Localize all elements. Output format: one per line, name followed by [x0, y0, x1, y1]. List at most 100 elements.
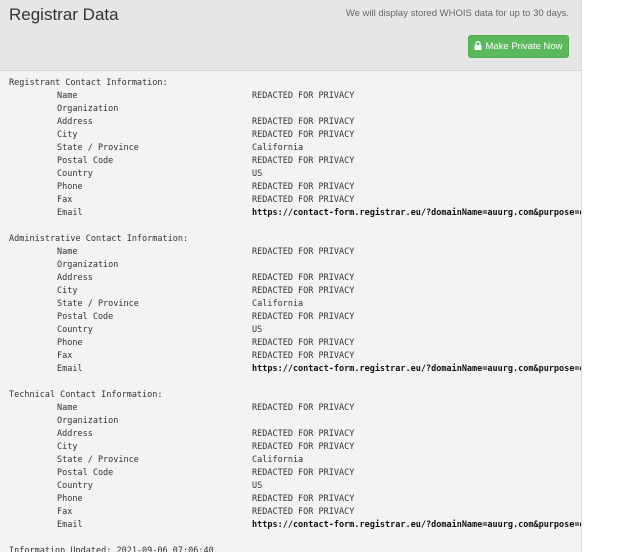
- whois-field-row: Address REDACTED FOR PRIVACY: [9, 116, 581, 129]
- whois-field-row: City REDACTED FOR PRIVACY: [9, 441, 581, 454]
- whois-field-row: Phone REDACTED FOR PRIVACY: [9, 181, 581, 194]
- whois-field-row: Country US: [9, 480, 581, 493]
- contact-form-link[interactable]: https://contact-form.registrar.eu/?domai…: [252, 207, 581, 220]
- whois-field-row: Fax REDACTED FOR PRIVACY: [9, 506, 581, 519]
- field-value: REDACTED FOR PRIVACY: [252, 117, 355, 127]
- field-value: REDACTED FOR PRIVACY: [252, 442, 355, 452]
- section-heading: Administrative Contact Information:: [9, 234, 189, 244]
- whois-field-row: Email https://contact-form.registrar.eu/?…: [9, 207, 581, 220]
- page-title: Registrar Data: [9, 5, 119, 24]
- field-value: REDACTED FOR PRIVACY: [252, 403, 355, 413]
- contact-form-link[interactable]: https://contact-form.registrar.eu/?domai…: [252, 519, 581, 532]
- field-name: City: [57, 286, 78, 296]
- section-heading: Technical Contact Information:: [9, 390, 163, 400]
- contact-form-link[interactable]: https://contact-form.registrar.eu/?domai…: [252, 363, 581, 376]
- section-heading: Registrant Contact Information:: [9, 78, 168, 88]
- field-name: Name: [57, 403, 78, 413]
- field-name: State / Province: [57, 143, 139, 153]
- whois-field-row: Country US: [9, 324, 581, 337]
- field-name: Email: [57, 364, 83, 374]
- field-name: Country: [57, 481, 93, 491]
- whois-field-row: Name REDACTED FOR PRIVACY: [9, 90, 581, 103]
- field-name: Phone: [57, 494, 83, 504]
- field-value: REDACTED FOR PRIVACY: [252, 91, 355, 101]
- field-name: City: [57, 442, 78, 452]
- whois-field-row: Email https://contact-form.registrar.eu/?…: [9, 363, 581, 376]
- field-value: REDACTED FOR PRIVACY: [252, 507, 355, 517]
- whois-field-row: Name REDACTED FOR PRIVACY: [9, 402, 581, 415]
- field-name: Fax: [57, 195, 73, 205]
- field-name: Phone: [57, 338, 83, 348]
- field-name: Postal Code: [57, 156, 114, 166]
- information-updated: Information Updated: 2021-09-06 07:06:40: [9, 546, 214, 552]
- whois-field-row: Phone REDACTED FOR PRIVACY: [9, 493, 581, 506]
- registrar-data-panel: Registrar Data We will display stored WH…: [0, 0, 582, 552]
- field-name: Organization: [57, 416, 119, 426]
- field-name: Organization: [57, 260, 119, 270]
- field-value: US: [252, 325, 263, 335]
- field-value: REDACTED FOR PRIVACY: [252, 130, 355, 140]
- field-value: REDACTED FOR PRIVACY: [252, 468, 355, 478]
- field-value: REDACTED FOR PRIVACY: [252, 351, 355, 361]
- field-value: REDACTED FOR PRIVACY: [252, 494, 355, 504]
- field-value: California: [252, 299, 304, 309]
- whois-field-row: State / Province California: [9, 142, 581, 155]
- whois-field-row: Fax REDACTED FOR PRIVACY: [9, 350, 581, 363]
- field-name: Postal Code: [57, 468, 114, 478]
- field-value: US: [252, 481, 263, 491]
- lock-icon: [474, 41, 482, 50]
- whois-field-row: City REDACTED FOR PRIVACY: [9, 129, 581, 142]
- field-value: California: [252, 143, 304, 153]
- make-private-button[interactable]: Make Private Now: [468, 35, 569, 58]
- field-value: US: [252, 169, 263, 179]
- field-name: Organization: [57, 104, 119, 114]
- field-name: State / Province: [57, 299, 139, 309]
- whois-field-row: State / Province California: [9, 298, 581, 311]
- make-private-label: Make Private Now: [485, 41, 563, 52]
- field-name: Address: [57, 117, 93, 127]
- field-value: REDACTED FOR PRIVACY: [252, 273, 355, 283]
- field-value: REDACTED FOR PRIVACY: [252, 156, 355, 166]
- field-name: Address: [57, 273, 93, 283]
- field-name: Country: [57, 325, 93, 335]
- whois-field-row: Postal Code REDACTED FOR PRIVACY: [9, 155, 581, 168]
- whois-field-row: Organization: [9, 259, 581, 272]
- field-name: Name: [57, 91, 78, 101]
- whois-field-row: Organization: [9, 415, 581, 428]
- whois-record: Registrant Contact Information: Name REDAC…: [9, 77, 581, 552]
- field-value: REDACTED FOR PRIVACY: [252, 338, 355, 348]
- field-name: Name: [57, 247, 78, 257]
- field-name: Postal Code: [57, 312, 114, 322]
- field-name: Address: [57, 429, 93, 439]
- whois-field-row: State / Province California: [9, 454, 581, 467]
- whois-field-row: Address REDACTED FOR PRIVACY: [9, 428, 581, 441]
- retention-notice: We will display stored WHOIS data for up…: [345, 8, 569, 19]
- whois-field-row: Country US: [9, 168, 581, 181]
- field-name: City: [57, 130, 78, 140]
- whois-field-row: Address REDACTED FOR PRIVACY: [9, 272, 581, 285]
- field-name: Fax: [57, 351, 73, 361]
- field-value: REDACTED FOR PRIVACY: [252, 247, 355, 257]
- whois-field-row: Fax REDACTED FOR PRIVACY: [9, 194, 581, 207]
- field-value: California: [252, 455, 304, 465]
- field-name: State / Province: [57, 455, 139, 465]
- whois-field-row: Email https://contact-form.registrar.eu/?…: [9, 519, 581, 532]
- whois-field-row: Organization: [9, 103, 581, 116]
- whois-field-row: City REDACTED FOR PRIVACY: [9, 285, 581, 298]
- panel-header: Registrar Data We will display stored WH…: [0, 0, 581, 71]
- field-value: REDACTED FOR PRIVACY: [252, 286, 355, 296]
- field-value: REDACTED FOR PRIVACY: [252, 182, 355, 192]
- field-name: Phone: [57, 182, 83, 192]
- field-name: Fax: [57, 507, 73, 517]
- field-name: Email: [57, 208, 83, 218]
- field-value: REDACTED FOR PRIVACY: [252, 429, 355, 439]
- whois-field-row: Name REDACTED FOR PRIVACY: [9, 246, 581, 259]
- whois-field-row: Phone REDACTED FOR PRIVACY: [9, 337, 581, 350]
- whois-field-row: Postal Code REDACTED FOR PRIVACY: [9, 311, 581, 324]
- whois-field-row: Postal Code REDACTED FOR PRIVACY: [9, 467, 581, 480]
- field-value: REDACTED FOR PRIVACY: [252, 195, 355, 205]
- field-name: Email: [57, 520, 83, 530]
